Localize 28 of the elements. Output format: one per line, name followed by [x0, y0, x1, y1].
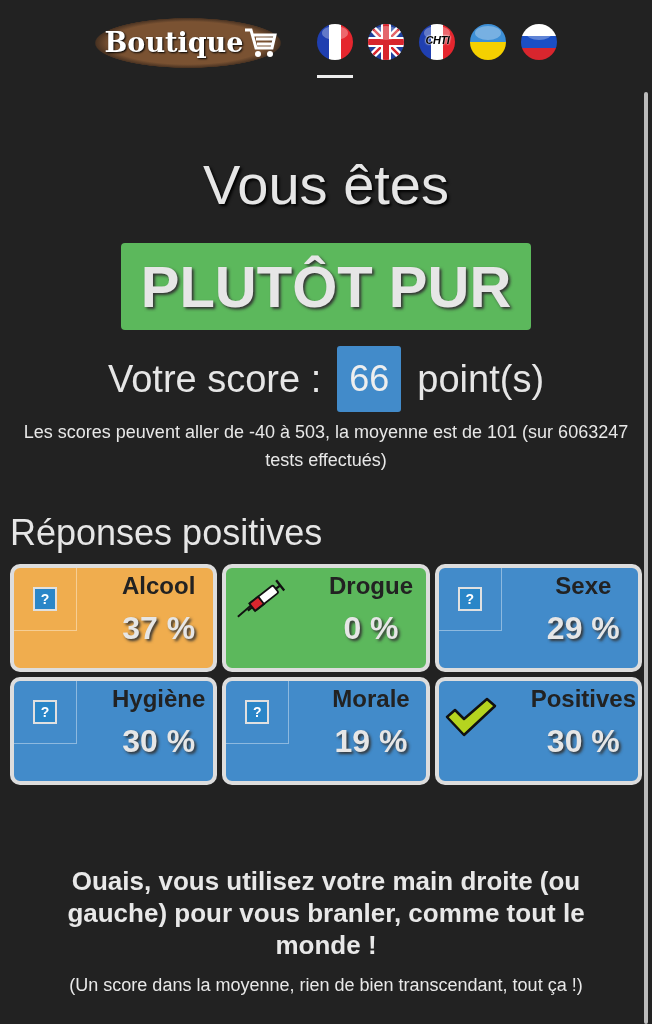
flag-icon: [470, 24, 507, 60]
score-value: 66: [337, 346, 402, 412]
category-percent: 30 %: [122, 723, 196, 760]
boutique-logo[interactable]: Boutique: [94, 18, 282, 68]
category-percent: 19 %: [334, 723, 408, 760]
score-label: Votre score :: [107, 357, 322, 401]
checkmark-icon: [444, 697, 497, 737]
category-percent: 0 %: [343, 610, 399, 647]
score-unit: point(s): [417, 357, 545, 401]
flag-icon: [368, 24, 405, 60]
category-percent: 29 %: [546, 610, 620, 647]
score-note: Les scores peuvent aller de -40 à 503, la moyenne est de 101 (sur 6063247 tests effectués): [22, 421, 630, 472]
category-name: Drogue: [329, 572, 413, 600]
category-name: Morale: [332, 685, 410, 713]
result-subtext: (Un score dans la moyenne, rien de bien transcendant, tout ça !): [69, 975, 583, 996]
category-name: Hygiène: [111, 685, 206, 713]
category-percent: 37 %: [122, 610, 196, 647]
category-name: Alcool: [122, 572, 196, 600]
result-comment: Ouais, vous utilisez votre main droite (ou gauche) pour vous branler, comme tout le monde !: [66, 865, 586, 961]
flag-icon: [317, 24, 354, 60]
flag-icon: [521, 24, 558, 60]
category-percent: 30 %: [546, 723, 620, 760]
category-name: Sexe: [555, 572, 612, 600]
section-title: Réponses positives: [10, 512, 323, 554]
result-heading: Vous êtes: [203, 152, 449, 217]
scrollbar[interactable]: [644, 92, 648, 1024]
verdict-banner: PLUTÔT PUR: [120, 243, 532, 330]
category-name: Positives: [530, 685, 636, 713]
